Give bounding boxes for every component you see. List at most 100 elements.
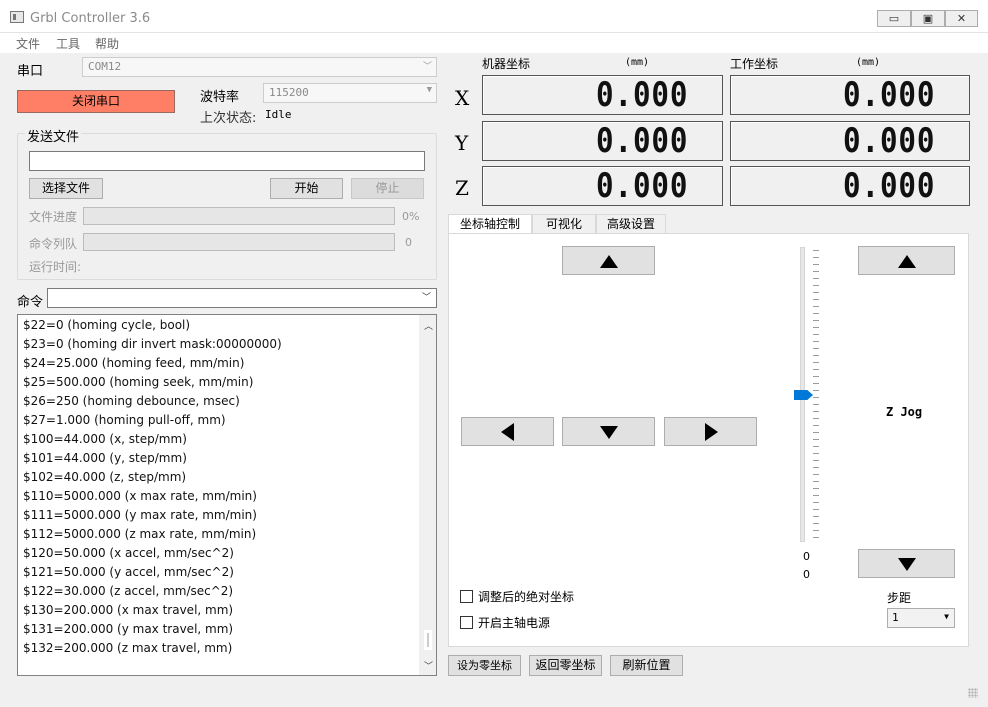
log-line: $101=44.000 (y, step/mm) [23, 451, 187, 465]
machine-z-value: 0.000 [595, 166, 688, 206]
log-line: $27=1.000 (homing pull-off, mm) [23, 413, 226, 427]
abs-coords-label: 调整后的绝对坐标 [478, 590, 575, 604]
z-jog-label: Z Jog [886, 405, 923, 419]
send-file-title: 发送文件 [25, 126, 82, 145]
log-scrollbar[interactable]: ︿ ﹀ [419, 315, 436, 675]
command-label: 命令 [17, 295, 44, 310]
queue-label: 命令列队 [29, 237, 78, 251]
baud-select[interactable]: 115200 ▼ [263, 83, 437, 103]
dropdown-arrow-icon: ▼ [944, 612, 949, 621]
close-button[interactable]: ✕ [945, 10, 978, 27]
baud-value: 115200 [269, 86, 309, 99]
maximize-button[interactable]: ▣ [911, 10, 945, 27]
scroll-down-icon[interactable]: ﹀ [424, 659, 433, 672]
tab-visualize[interactable]: 可视化 [532, 214, 596, 234]
jog-z-plus-button[interactable] [858, 246, 955, 275]
refresh-position-button[interactable]: 刷新位置 [610, 655, 683, 676]
log-line: $22=0 (homing cycle, bool) [23, 318, 191, 332]
axis-x-label: X [455, 86, 470, 110]
last-state-label: 上次状态: [200, 111, 257, 126]
menu-file[interactable]: 文件 [16, 35, 40, 52]
log-line: $130=200.000 (x max travel, mm) [23, 603, 234, 617]
step-value: 1 [892, 611, 899, 624]
log-line: $102=40.000 (z, step/mm) [23, 470, 187, 484]
step-label: 步距 [887, 591, 912, 605]
file-progress-label: 文件进度 [29, 210, 78, 224]
log-line: $100=44.000 (x, step/mm) [23, 432, 187, 446]
log-line: $122=30.000 (z accel, mm/sec^2) [23, 584, 234, 598]
choose-file-button[interactable]: 选择文件 [29, 178, 103, 199]
file-progress-percent: 0% [402, 210, 420, 223]
work-z-display: 0.000 [730, 166, 970, 206]
slider-value-top: 0 [803, 550, 810, 563]
abs-coords-checkbox[interactable] [460, 590, 473, 603]
log-line: $111=5000.000 (y max rate, mm/min) [23, 508, 257, 522]
log-line: $24=25.000 (homing feed, mm/min) [23, 356, 245, 370]
machine-coords-label: 机器坐标 [482, 57, 531, 71]
serial-port-value: COM12 [88, 60, 122, 73]
jog-x-plus-button[interactable] [664, 417, 757, 446]
jog-x-minus-button[interactable] [461, 417, 554, 446]
log-line: $120=50.000 (x accel, mm/sec^2) [23, 546, 234, 560]
jog-y-minus-button[interactable] [562, 417, 655, 446]
log-line: $26=250 (homing debounce, msec) [23, 394, 240, 408]
machine-x-display: 0.000 [482, 75, 723, 115]
log-line: $23=0 (homing dir invert mask:00000000) [23, 337, 282, 351]
spindle-checkbox[interactable] [460, 616, 473, 629]
command-input[interactable]: ﹀ [47, 288, 437, 308]
menu-tools[interactable]: 工具 [56, 35, 80, 52]
file-progress-bar [83, 207, 395, 225]
console-log[interactable]: $22=0 (homing cycle, bool) $23=0 (homing … [17, 314, 437, 676]
z-slider-ticks [813, 250, 819, 540]
work-z-value: 0.000 [842, 166, 935, 206]
chevron-down-icon: ﹀ [421, 293, 431, 303]
machine-y-display: 0.000 [482, 121, 723, 161]
machine-y-value: 0.000 [595, 121, 688, 161]
log-line: $131=200.000 (y max travel, mm) [23, 622, 234, 636]
log-line: $132=200.000 (z max travel, mm) [23, 641, 233, 655]
last-state-value: Idle [265, 108, 292, 121]
machine-z-display: 0.000 [482, 166, 723, 206]
goto-zero-button[interactable]: 返回零坐标 [529, 655, 602, 676]
jog-y-plus-button[interactable] [562, 246, 655, 275]
spindle-label: 开启主轴电源 [478, 616, 551, 630]
log-line: $25=500.000 (homing seek, mm/min) [23, 375, 254, 389]
work-y-display: 0.000 [730, 121, 970, 161]
scroll-thumb[interactable] [422, 628, 434, 652]
menu-help[interactable]: 帮助 [95, 35, 119, 52]
minimize-button[interactable]: ▭ [877, 10, 911, 27]
work-y-value: 0.000 [842, 121, 935, 161]
slider-value-bottom: 0 [803, 568, 810, 581]
stop-button[interactable]: 停止 [351, 178, 424, 199]
window-title: Grbl Controller 3.6 [30, 11, 151, 26]
machine-unit-label: (mm) [625, 57, 650, 68]
step-select[interactable]: 1 ▼ [887, 608, 955, 628]
app-icon [10, 11, 24, 23]
file-path-input[interactable] [29, 151, 425, 171]
scroll-up-icon[interactable]: ︿ [424, 319, 433, 332]
machine-x-value: 0.000 [595, 75, 688, 115]
queue-count: 0 [405, 236, 412, 249]
axis-y-label: Y [455, 131, 469, 155]
log-line: $110=5000.000 (x max rate, mm/min) [23, 489, 257, 503]
set-zero-button[interactable]: 设为零坐标 [448, 655, 521, 676]
menu-bar: 文件 工具 帮助 [0, 33, 988, 53]
dropdown-arrow-icon: ▼ [426, 85, 432, 95]
work-x-display: 0.000 [730, 75, 970, 115]
log-line: $121=50.000 (y accel, mm/sec^2) [23, 565, 234, 579]
axis-z-label: Z [455, 176, 469, 200]
serial-port-select[interactable]: COM12 ﹀ [82, 57, 437, 77]
jog-z-minus-button[interactable] [858, 549, 955, 578]
resize-grip-icon[interactable] [968, 688, 978, 698]
tab-advanced[interactable]: 高级设置 [596, 214, 666, 234]
close-port-button[interactable]: 关闭串口 [17, 90, 175, 113]
runtime-label: 运行时间: [29, 260, 82, 274]
work-unit-label: (mm) [856, 57, 881, 68]
baud-label: 波特率 [200, 90, 240, 105]
tab-axis-control[interactable]: 坐标轴控制 [448, 214, 532, 235]
serial-port-label: 串口 [17, 64, 44, 79]
chevron-down-icon: ﹀ [422, 62, 432, 72]
work-x-value: 0.000 [842, 75, 935, 115]
log-line: $112=5000.000 (z max rate, mm/min) [23, 527, 257, 541]
start-button[interactable]: 开始 [270, 178, 343, 199]
